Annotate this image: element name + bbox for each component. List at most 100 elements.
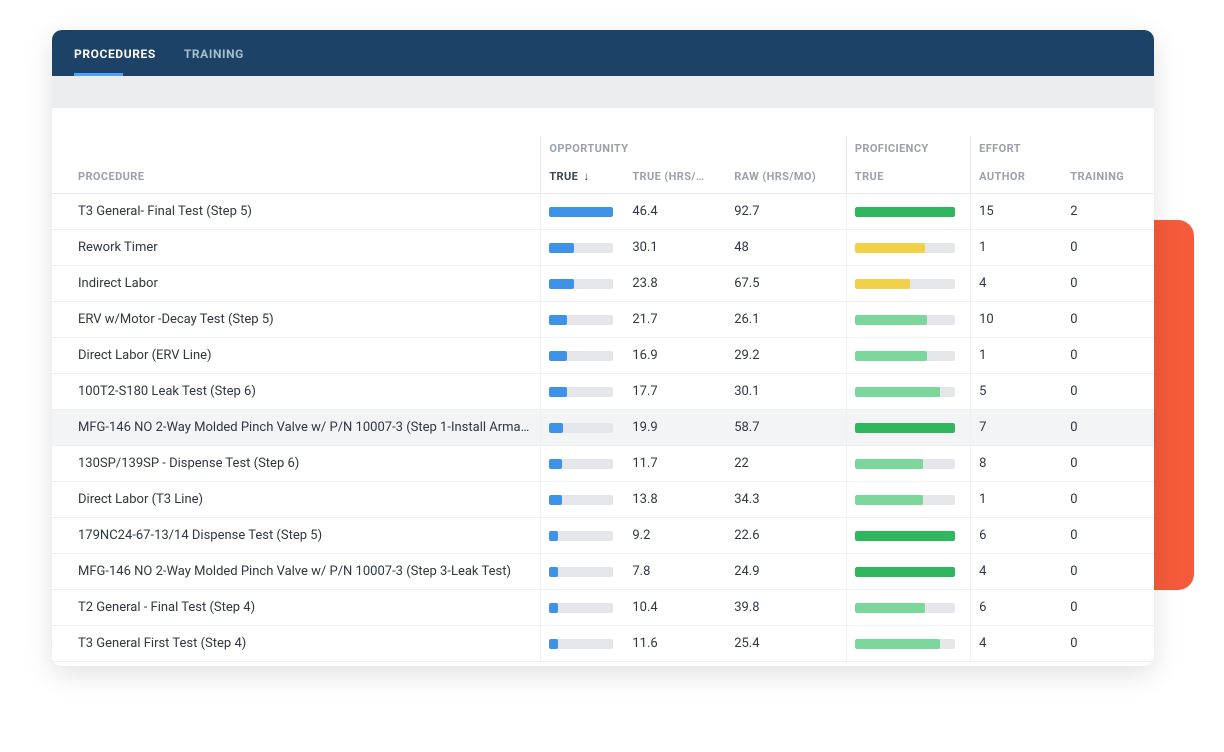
group-header-proficiency: PROFICIENCY (846, 136, 970, 159)
table-row[interactable]: T2 General - Final Test (Step 4)10.439.8… (52, 590, 1154, 626)
cell-author: 1 (971, 338, 1063, 374)
proficiency-bar (855, 531, 955, 541)
cell-opportunity-true-bar (541, 338, 625, 374)
tab-training[interactable]: TRAINING (184, 31, 244, 75)
cell-opportunity-true-bar (541, 482, 625, 518)
cell-opportunity-true-hrs: 46.4 (624, 194, 726, 230)
tab-procedures[interactable]: PROCEDURES (74, 31, 156, 75)
cell-author: 15 (971, 194, 1063, 230)
table-row[interactable]: MFG-146 NO 2-Way Molded Pinch Valve w/ P… (52, 554, 1154, 590)
cell-opportunity-raw: 92.7 (726, 194, 846, 230)
table-row[interactable]: T3 General- Final Test (Step 5) 46.492.7 1… (52, 194, 1154, 230)
cell-author: 4 (971, 266, 1063, 302)
proficiency-bar (855, 315, 955, 325)
cell-author: 1 (971, 482, 1063, 518)
proficiency-bar (855, 459, 955, 469)
cell-training: 0 (1062, 338, 1154, 374)
cell-procedure: 179NC24-67-13/14 Dispense Test (Step 5) (52, 518, 541, 554)
table-row[interactable]: Rework Timer30.14810 (52, 230, 1154, 266)
cell-opportunity-true-bar (541, 230, 625, 266)
cell-training: 0 (1062, 410, 1154, 446)
col-header-raw[interactable]: RAW (HRS/MO) (726, 159, 846, 194)
proficiency-bar (855, 207, 955, 217)
cell-opportunity-true-hrs: 13.8 (624, 482, 726, 518)
opportunity-bar (549, 315, 613, 325)
col-header-true-hrs[interactable]: TRUE (HRS/… (624, 159, 726, 194)
cell-opportunity-true-bar (541, 302, 625, 338)
cell-opportunity-true-bar (541, 446, 625, 482)
cell-author: 4 (971, 554, 1063, 590)
table-row[interactable]: Direct Labor (T3 Line) 13.834.3 10 (52, 482, 1154, 518)
table-row[interactable]: Direct Labor (ERV Line)16.929.210 (52, 338, 1154, 374)
cell-opportunity-raw: 39.8 (726, 590, 846, 626)
cell-opportunity-raw: 22.6 (726, 518, 846, 554)
cell-procedure: T3 General- Final Test (Step 5) (52, 194, 541, 230)
cell-training: 0 (1062, 446, 1154, 482)
table-row[interactable]: T3 General First Test (Step 4)11.625.440 (52, 626, 1154, 662)
cell-author: 1 (971, 230, 1063, 266)
cell-procedure: Direct Labor (ERV Line) (52, 338, 541, 374)
group-header-empty (52, 136, 541, 159)
cell-opportunity-raw: 48 (726, 230, 846, 266)
cell-author: 6 (971, 518, 1063, 554)
cell-procedure: Rework Timer (52, 230, 541, 266)
cell-procedure: Direct Labor (T3 Line) (52, 482, 541, 518)
col-header-procedure[interactable]: PROCEDURE (52, 159, 541, 194)
table-row[interactable]: 179NC24-67-13/14 Dispense Test (Step 5) 9… (52, 518, 1154, 554)
cell-training: 0 (1062, 374, 1154, 410)
table-row[interactable]: MFG-146 NO 2-Way Molded Pinch Valve w/ P… (52, 410, 1154, 446)
cell-opportunity-raw: 30.1 (726, 374, 846, 410)
cell-proficiency-true (846, 338, 970, 374)
cell-proficiency-true (846, 446, 970, 482)
table-container: OPPORTUNITY PROFICIENCY EFFORT PROCEDURE… (52, 108, 1154, 666)
proficiency-bar (855, 351, 955, 361)
col-header-true-sorted[interactable]: TRUE ↓ (541, 159, 625, 194)
cell-proficiency-true (846, 230, 970, 266)
cell-procedure: ERV w/Motor -Decay Test (Step 5) (52, 302, 541, 338)
cell-author: 6 (971, 590, 1063, 626)
cell-opportunity-true-hrs: 17.7 (624, 374, 726, 410)
cell-proficiency-true (846, 518, 970, 554)
cell-training: 0 (1062, 554, 1154, 590)
cell-opportunity-true-hrs: 9.2 (624, 518, 726, 554)
cell-training: 0 (1062, 482, 1154, 518)
cell-opportunity-true-bar (541, 590, 625, 626)
proficiency-bar (855, 603, 955, 613)
col-header-prof-true[interactable]: TRUE (846, 159, 970, 194)
cell-opportunity-raw: 34.3 (726, 482, 846, 518)
cell-procedure: T3 General First Test (Step 4) (52, 626, 541, 662)
procedures-card: PROCEDURES TRAINING OPPORTUNITY PROFICIE… (52, 30, 1154, 666)
cell-proficiency-true (846, 554, 970, 590)
cell-opportunity-true-hrs: 16.9 (624, 338, 726, 374)
cell-opportunity-true-hrs: 7.8 (624, 554, 726, 590)
cell-opportunity-raw: 25.4 (726, 626, 846, 662)
cell-training: 0 (1062, 518, 1154, 554)
table-row[interactable]: ERV w/Motor -Decay Test (Step 5)21.726.1… (52, 302, 1154, 338)
cell-opportunity-raw: 24.9 (726, 554, 846, 590)
cell-opportunity-true-bar (541, 554, 625, 590)
table-row[interactable]: Indirect Labor23.867.540 (52, 266, 1154, 302)
col-header-author[interactable]: AUTHOR (971, 159, 1063, 194)
cell-procedure: T2 General - Final Test (Step 4) (52, 590, 541, 626)
opportunity-bar (549, 639, 613, 649)
opportunity-bar (549, 351, 613, 361)
proficiency-bar (855, 243, 955, 253)
cell-opportunity-true-bar (541, 626, 625, 662)
cell-procedure: MFG-146 NO 2-Way Molded Pinch Valve w/ P… (52, 554, 541, 590)
cell-author: 4 (971, 626, 1063, 662)
table-row[interactable]: 100T2-S180 Leak Test (Step 6)17.730.150 (52, 374, 1154, 410)
cell-opportunity-true-bar (541, 374, 625, 410)
table-row[interactable]: 130SP/139SP - Dispense Test (Step 6)11.7… (52, 446, 1154, 482)
cell-training: 0 (1062, 302, 1154, 338)
cell-training: 0 (1062, 590, 1154, 626)
col-header-training[interactable]: TRAINING (1062, 159, 1154, 194)
procedures-table: OPPORTUNITY PROFICIENCY EFFORT PROCEDURE… (52, 136, 1154, 662)
opportunity-bar (549, 423, 613, 433)
cell-author: 7 (971, 410, 1063, 446)
cell-opportunity-true-bar (541, 266, 625, 302)
cell-opportunity-true-bar (541, 518, 625, 554)
cell-opportunity-raw: 26.1 (726, 302, 846, 338)
cell-procedure: 130SP/139SP - Dispense Test (Step 6) (52, 446, 541, 482)
proficiency-bar (855, 495, 955, 505)
sort-desc-icon: ↓ (581, 169, 589, 183)
